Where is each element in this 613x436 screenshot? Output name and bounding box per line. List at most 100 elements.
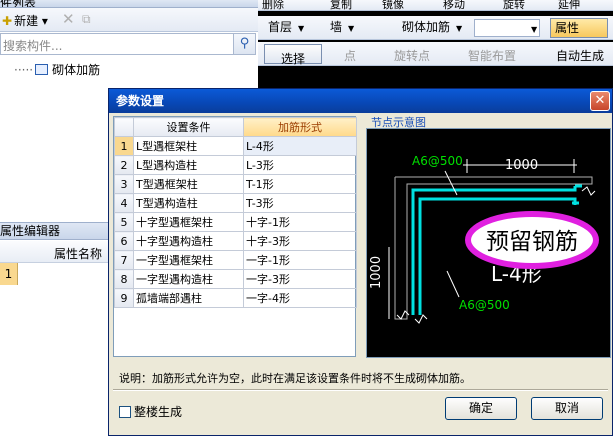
search-input[interactable]: 搜索构件... (3, 37, 62, 54)
table-row[interactable]: 4 T型遇构造柱 T-3形 (114, 193, 357, 213)
component-search: 搜索构件... ⚲ (0, 33, 256, 55)
row-number: 9 (114, 288, 134, 308)
search-icon[interactable]: ⚲ (233, 34, 255, 54)
form-cell[interactable]: 十字-1形 (243, 212, 357, 232)
select-button[interactable]: 选择 (264, 44, 322, 66)
row-number: 6 (114, 231, 134, 251)
move-tool[interactable]: 移动 (443, 0, 465, 10)
divider (113, 389, 608, 391)
column-header-form: 加筋形式 (243, 117, 357, 137)
table-row[interactable]: 9 孤墙端部遇柱 一字-4形 (114, 288, 357, 308)
floor-select[interactable]: 首层 ▼ (266, 19, 304, 37)
chevron-down-icon: ▼ (456, 24, 463, 33)
component-list-header: 件列表 ↓ ✕ (0, 0, 258, 8)
node-diagram: 1000 1000 A6@500 A6@500 L-4形 预留钢筋 (366, 128, 611, 358)
condition-cell[interactable]: 一字型遇框架柱 (133, 250, 244, 270)
panel-pin-close-icons[interactable]: ↓ ✕ (0, 0, 252, 7)
property-row-number: 1 (0, 263, 18, 285)
property-name-column: 属性名称 (54, 247, 103, 261)
form-cell[interactable]: 一字-3形 (243, 269, 357, 289)
delete-icon[interactable]: ✕ (62, 10, 75, 28)
stamp-text: 预留钢筋 (486, 229, 578, 255)
category-select[interactable]: 墙 ▼ (328, 19, 354, 37)
form-cell[interactable]: 一字-4形 (243, 288, 357, 308)
column-header-condition: 设置条件 (133, 117, 244, 137)
copy-tool[interactable]: 复制 (330, 0, 352, 10)
form-cell[interactable]: L-4形 (243, 136, 357, 156)
whole-floor-checkbox[interactable]: 整楼生成 (119, 403, 182, 420)
chevron-down-icon: ▼ (298, 24, 305, 33)
copy-icon[interactable]: ⧉ (82, 12, 91, 27)
component-select[interactable]: 砌体加筋 ▼ (400, 19, 462, 37)
table-row[interactable]: 6 十字型遇构造柱 十字-3形 (114, 231, 357, 251)
chevron-down-icon: ▼ (348, 24, 355, 33)
condition-cell[interactable]: 孤墙端部遇柱 (133, 288, 244, 308)
properties-button[interactable]: 属性 (550, 18, 608, 38)
row-number: 3 (114, 174, 134, 194)
smart-layout-button[interactable]: 智能布置 (468, 47, 516, 64)
properties-button-label: 属性 (555, 21, 580, 35)
form-cell[interactable]: T-3形 (243, 193, 357, 213)
table-row[interactable]: 5 十字型遇框架柱 十字-1形 (114, 212, 357, 232)
property-table-header: 属性名称 (0, 241, 110, 263)
parameter-settings-dialog: 参数设置 ✕ 设置条件 加筋形式 1 L型遇框架柱 L-4形 2 L型遇构造柱 L-3形 3… (108, 88, 613, 436)
condition-cell[interactable]: 十字型遇框架柱 (133, 212, 244, 232)
property-row[interactable]: 1 (0, 263, 110, 285)
condition-cell[interactable]: 一字型遇构造柱 (133, 269, 244, 289)
settings-grid: 设置条件 加筋形式 1 L型遇框架柱 L-4形 2 L型遇构造柱 L-3形 3 T型遇框架柱 T… (113, 116, 357, 357)
new-icon: ✚ (2, 14, 13, 28)
condition-cell[interactable]: T型遇框架柱 (133, 174, 244, 194)
table-row[interactable]: 3 T型遇框架柱 T-1形 (114, 174, 357, 194)
draw-toolbar: 选择 点 旋转点 智能布置 自动生成砌 (258, 42, 613, 80)
chevron-down-icon: ▼ (531, 25, 538, 34)
leader-line (446, 270, 460, 298)
mirror-tool[interactable]: 镜像 (382, 0, 404, 10)
whole-floor-label: 整楼生成 (134, 405, 183, 419)
select-button-label: 选择 (281, 52, 306, 66)
rotate-tool[interactable]: 旋转 (503, 0, 525, 10)
rebar-label-top: A6@500 (412, 154, 463, 168)
row-number: 4 (114, 193, 134, 213)
form-cell[interactable]: L-3形 (243, 155, 357, 175)
component-icon (35, 64, 49, 75)
condition-cell[interactable]: L型遇构造柱 (133, 155, 244, 175)
delete-tool[interactable]: 删除 (262, 0, 284, 10)
dim-horizontal-text: 1000 (505, 158, 538, 173)
tree-connector: ····· (14, 63, 34, 77)
cancel-button[interactable]: 取消 (531, 397, 603, 420)
condition-cell[interactable]: 十字型遇构造柱 (133, 231, 244, 251)
checkbox-box[interactable] (119, 406, 131, 418)
row-number: 7 (114, 250, 134, 270)
component-toolbar: ✚ 新建 ▾ ✕ ⧉ (0, 8, 258, 32)
sub-component-select[interactable]: ▼ (474, 19, 540, 37)
tree-item-masonry-rebar[interactable]: 砌体加筋 (52, 63, 100, 77)
point-button[interactable]: 点 (344, 47, 356, 64)
row-number: 2 (114, 155, 134, 175)
table-row[interactable]: 2 L型遇构造柱 L-3形 (114, 155, 357, 175)
condition-cell[interactable]: T型遇构造柱 (133, 193, 244, 213)
grid-corner (114, 117, 134, 137)
new-button[interactable]: ✚ 新建 ▾ (2, 12, 48, 29)
close-icon[interactable]: ✕ (590, 91, 610, 111)
table-row[interactable]: 1 L型遇框架柱 L-4形 (114, 136, 357, 156)
break-mark (414, 314, 428, 324)
edit-toolbar: 删除 复制 镜像 移动 旋转 延伸 (258, 0, 613, 11)
rotate-point-button[interactable]: 旋转点 (394, 47, 430, 64)
row-number: 8 (114, 269, 134, 289)
extend-tool[interactable]: 延伸 (558, 0, 580, 10)
category-value: 墙 (330, 20, 343, 34)
condition-cell[interactable]: L型遇框架柱 (133, 136, 244, 156)
row-number: 1 (114, 136, 134, 156)
form-cell[interactable]: T-1形 (243, 174, 357, 194)
new-button-label: 新建 (14, 14, 39, 28)
dialog-title: 参数设置 (109, 89, 612, 113)
ok-button[interactable]: 确定 (445, 397, 517, 420)
form-cell[interactable]: 十字-3形 (243, 231, 357, 251)
table-row[interactable]: 7 一字型遇框架柱 一字-1形 (114, 250, 357, 270)
table-row[interactable]: 8 一字型遇构造柱 一字-3形 (114, 269, 357, 289)
rebar-label-bottom: A6@500 (459, 298, 510, 312)
row-number: 5 (114, 212, 134, 232)
note-text: 说明：加筋形式允许为空，此时在满足该设置条件时将不生成砌体加筋。 (119, 372, 471, 385)
floor-value: 首层 (268, 20, 293, 34)
form-cell[interactable]: 一字-1形 (243, 250, 357, 270)
